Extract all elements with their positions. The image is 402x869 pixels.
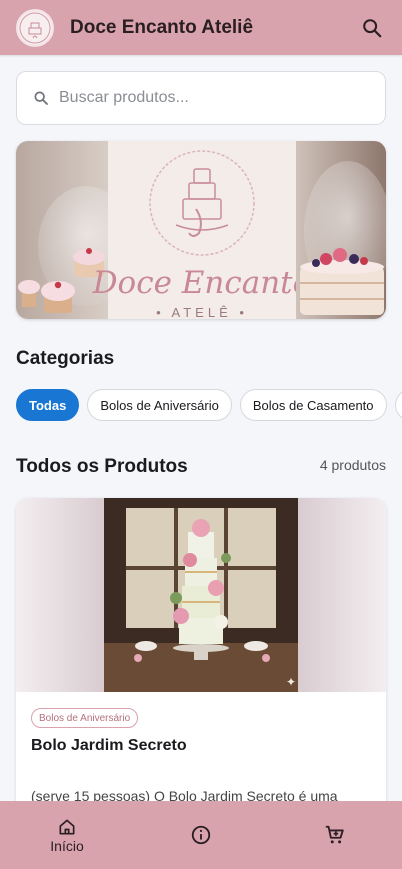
search-input[interactable] [59, 89, 359, 107]
product-description: (serve 15 pessoas) O Bolo Jardim Secreto… [31, 788, 338, 801]
nav-cart[interactable] [268, 801, 402, 869]
product-name: Bolo Jardim Secreto [31, 737, 187, 754]
products-title: Todos os Produtos [16, 456, 188, 477]
chip-todas[interactable]: Todas [16, 389, 80, 421]
bottom-nav: Início [0, 801, 402, 869]
app-header: Doce Encanto Ateliê [0, 0, 402, 55]
chip-more[interactable] [394, 389, 402, 421]
search-field[interactable] [16, 71, 386, 125]
search-icon [363, 18, 382, 37]
categories-title: Categorias [16, 348, 115, 369]
chip-bolos-aniversario[interactable]: Bolos de Aniversário [87, 389, 232, 421]
cart-icon [325, 825, 344, 844]
product-count: 4 produtos [319, 457, 386, 473]
nav-inicio-label: Início [50, 837, 84, 854]
category-chips: Todas Bolos de Aniversário Bolos de Casa… [16, 389, 402, 421]
main-content[interactable]: Doce Encanto • ATELÊ • Categorias Todas … [0, 55, 402, 801]
product-card[interactable]: ✦ Bolos de Aniversário Bolo Jardim Secre… [16, 498, 386, 801]
app-title: Doce Encanto Ateliê [70, 16, 254, 38]
product-image: ✦ [16, 498, 386, 692]
home-icon [59, 819, 75, 834]
banner-brand-name: Doce Encanto [92, 265, 312, 301]
search-icon [34, 91, 48, 105]
product-category-badge: Bolos de Aniversário [31, 708, 139, 728]
nav-info[interactable] [134, 801, 268, 869]
cake-logo-icon [16, 8, 54, 47]
hero-banner: Doce Encanto • ATELÊ • [16, 141, 386, 319]
chip-bolos-casamento[interactable]: Bolos de Casamento [239, 389, 387, 421]
svg-text:✦: ✦ [286, 675, 296, 689]
banner-brand-subtitle: • ATELÊ • [156, 305, 248, 319]
nav-inicio[interactable]: Início [0, 801, 134, 869]
info-icon [191, 825, 211, 845]
header-search-button[interactable] [352, 8, 392, 48]
